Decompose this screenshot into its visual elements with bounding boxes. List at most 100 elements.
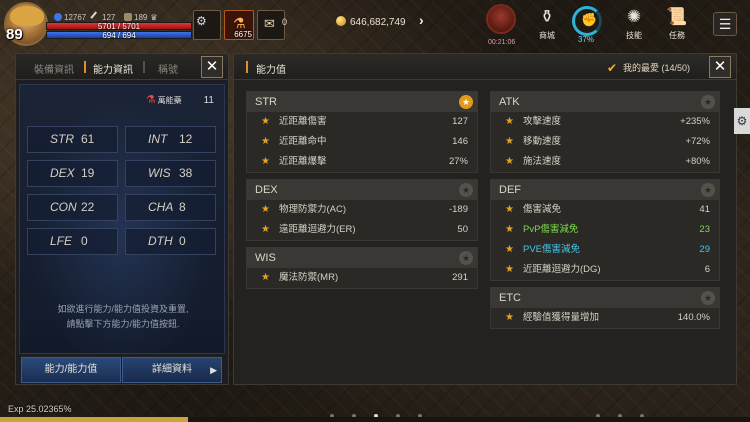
exp-text: Exp 25.02365% <box>8 404 72 414</box>
mp-text: 694 / 694 <box>102 31 136 40</box>
stat-row: ★ 物理防禦力(AC) -189 <box>247 200 477 220</box>
shop-button[interactable]: ⚱ 商城 <box>530 6 564 41</box>
play-icon: ▶ <box>210 365 217 375</box>
star-icon: ★ <box>261 156 270 167</box>
star-icon[interactable]: ★ <box>459 95 473 109</box>
avatar-hair <box>10 6 44 26</box>
quick-slot-potion[interactable]: ⚗ 6675 <box>224 10 254 40</box>
group-atk: ATK ★ ★ 攻擊速度 +235% ★ 移動速度 +72% ★ 施法速度 +80% <box>490 91 720 173</box>
gold-amount: 646,682,749 <box>336 16 406 28</box>
boss-timer: 00:21:06 <box>488 39 516 46</box>
tab-ability[interactable]: 能力資訊 <box>93 61 133 76</box>
mana-icon <box>54 13 62 21</box>
stat-row: ★ 移動速度 +72% <box>491 132 719 152</box>
group-dex: DEX ★ ★ 物理防禦力(AC) -189 ★ 遠距離迴避力(ER) 50 <box>246 179 478 241</box>
chevron-right-icon[interactable]: › <box>419 12 424 28</box>
quest-icon: 📜 <box>666 7 688 26</box>
detail-button-label: 詳細資料 <box>152 364 192 375</box>
quick-slot-gear[interactable]: ⚙ <box>193 10 221 40</box>
star-icon[interactable]: ★ <box>701 291 715 305</box>
stat-row: ★ 近距離爆擊 27% <box>247 152 477 172</box>
star-icon[interactable]: ★ <box>701 95 715 109</box>
group-dex-header: DEX ★ <box>247 180 477 200</box>
ability-button[interactable]: 能力/能力值 <box>21 357 121 383</box>
auto-icon: ✊ <box>581 12 598 27</box>
stat-row: ★ 施法速度 +80% <box>491 152 719 172</box>
star-icon[interactable]: ★ <box>459 251 473 265</box>
attr-con[interactable]: CON 22 <box>27 194 118 221</box>
sword-icon <box>90 11 102 23</box>
menu-icon[interactable]: ☰ <box>713 12 737 36</box>
hint-line-2: 請點擊下方能力/能力值按鈕. <box>66 319 180 329</box>
tab-equipment[interactable]: 裝備資訊 <box>34 61 74 76</box>
gear-icon: ⚙ <box>196 14 207 28</box>
hp-bar: 5701 / 5701 <box>46 22 192 31</box>
coin-icon <box>336 16 346 26</box>
tab-title[interactable]: 稱號 <box>158 61 178 76</box>
star-icon: ★ <box>505 244 514 255</box>
star-icon: ★ <box>505 224 514 235</box>
star-icon: ★ <box>261 136 270 147</box>
star-icon: ★ <box>505 136 514 147</box>
star-icon: ★ <box>505 116 514 127</box>
star-icon: ★ <box>505 156 514 167</box>
attr-dth[interactable]: DTH 0 <box>125 228 216 255</box>
stat-row: ★ 近距離命中 146 <box>247 132 477 152</box>
skill-label: 技能 <box>626 31 642 40</box>
attr-wis[interactable]: WIS 38 <box>125 160 216 187</box>
close-icon[interactable]: ✕ <box>709 56 731 78</box>
attr-cha[interactable]: CHA 8 <box>125 194 216 221</box>
group-etc-header: ETC ★ <box>491 288 719 308</box>
auto-button[interactable]: ✊ <box>572 6 602 36</box>
stat-row: ★ 近距離迴避力(DG) 6 <box>491 260 719 280</box>
stat-row: ★ 遠距離迴避力(ER) 50 <box>247 220 477 240</box>
top-hud: 89 12767 127 189 ♛ 5701 / 5701 694 / 694 … <box>0 0 750 48</box>
star-icon: ★ <box>505 264 514 275</box>
auto-percent: 37% <box>578 35 595 44</box>
exp-bar <box>0 417 750 422</box>
star-icon[interactable]: ★ <box>459 183 473 197</box>
shield-icon <box>124 13 132 21</box>
title-marker <box>246 61 248 73</box>
skill-icon: ✺ <box>626 7 642 26</box>
group-def: DEF ★ ★ 傷害減免 41 ★ PvP傷害減免 23 ★ PVE傷害減免 29 ★ 近距離迴… <box>490 179 720 281</box>
trophy-icon: ♛ <box>150 13 158 22</box>
active-tab-marker <box>84 61 86 73</box>
skill-button[interactable]: ✺ 技能 <box>617 6 651 41</box>
stat-a: 12767 <box>54 13 86 22</box>
stat-row: ★ 攻擊速度 +235% <box>491 112 719 132</box>
stat-row: ★ 經驗值獲得量增加 140.0% <box>491 308 719 328</box>
detail-button[interactable]: 詳細資料 ▶ <box>122 357 222 383</box>
hint-line-1: 如欲進行能力/能力值投資及重置, <box>57 304 189 314</box>
close-icon[interactable]: ✕ <box>201 56 223 78</box>
group-etc: ETC ★ ★ 經驗值獲得量增加 140.0% <box>490 287 720 329</box>
group-wis-header: WIS ★ <box>247 248 477 268</box>
elixir-icon: ⚗ <box>145 94 156 106</box>
quest-button[interactable]: 📜 任務 <box>660 6 694 41</box>
stat-row: ★ 近距離傷害 127 <box>247 112 477 132</box>
boss-icon[interactable] <box>486 4 516 34</box>
star-icon: ★ <box>261 116 270 127</box>
attr-int[interactable]: INT 12 <box>125 126 216 153</box>
attr-str[interactable]: STR 61 <box>27 126 118 153</box>
side-gear-button[interactable]: ⚙ <box>734 108 750 134</box>
star-icon: ★ <box>261 204 270 215</box>
favorites-toggle[interactable]: ✔ 我的最愛 (14/50) <box>607 61 690 74</box>
attr-dex[interactable]: DEX 19 <box>27 160 118 187</box>
reset-hint: 如欲進行能力/能力值投資及重置, 請點擊下方能力/能力值按鈕. <box>30 302 216 332</box>
quick-slot-scroll[interactable]: ✉ <box>257 10 285 40</box>
group-def-header: DEF ★ <box>491 180 719 200</box>
exp-fill <box>0 417 188 422</box>
mp-bar: 694 / 694 <box>46 31 192 40</box>
star-icon: ★ <box>261 272 270 283</box>
star-icon: ★ <box>505 204 514 215</box>
attr-lfe[interactable]: LFE 0 <box>27 228 118 255</box>
stat-b: 127 <box>90 11 115 23</box>
stats-panel: 能力值 ✔ 我的最愛 (14/50) ✕ STR ★ ★ 近距離傷害 127 ★ 近距離命… <box>233 53 737 385</box>
group-atk-header: ATK ★ <box>491 92 719 112</box>
scroll-count: 0 <box>282 17 288 27</box>
elixir-row: ⚗ 萬能藥 11 <box>146 93 214 106</box>
stats-title: 能力值 <box>256 65 286 76</box>
star-icon[interactable]: ★ <box>701 183 715 197</box>
favorites-label: 我的最愛 (14/50) <box>623 63 691 73</box>
